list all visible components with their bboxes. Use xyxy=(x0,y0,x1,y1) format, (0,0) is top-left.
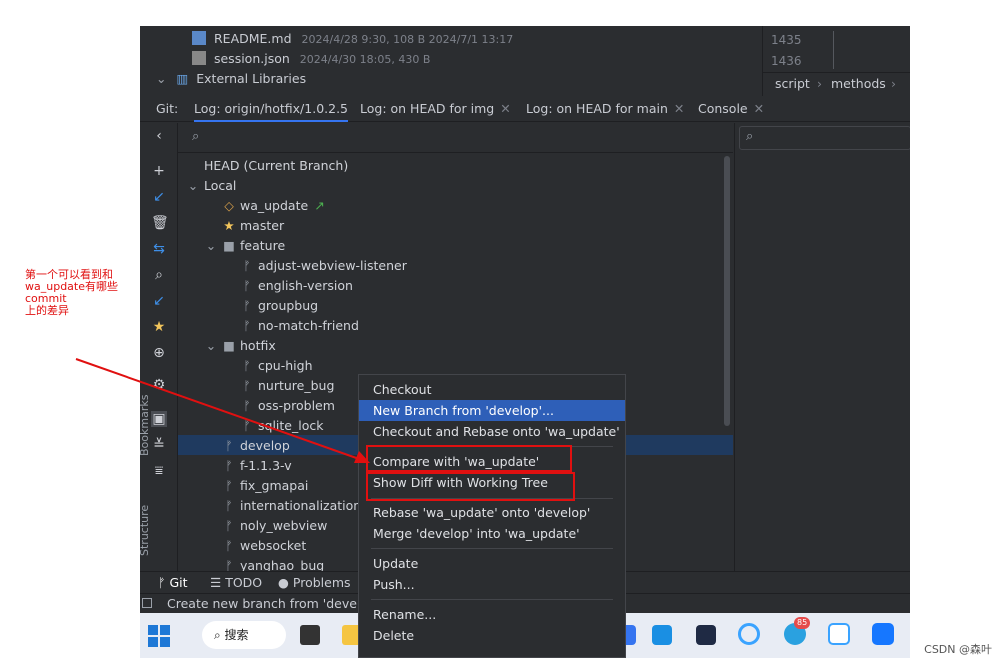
screenshot-stage: 第一个可以看到和 wa_update有哪些commit 上的差异 README.… xyxy=(0,0,1008,665)
annotation-arrow xyxy=(75,358,370,463)
